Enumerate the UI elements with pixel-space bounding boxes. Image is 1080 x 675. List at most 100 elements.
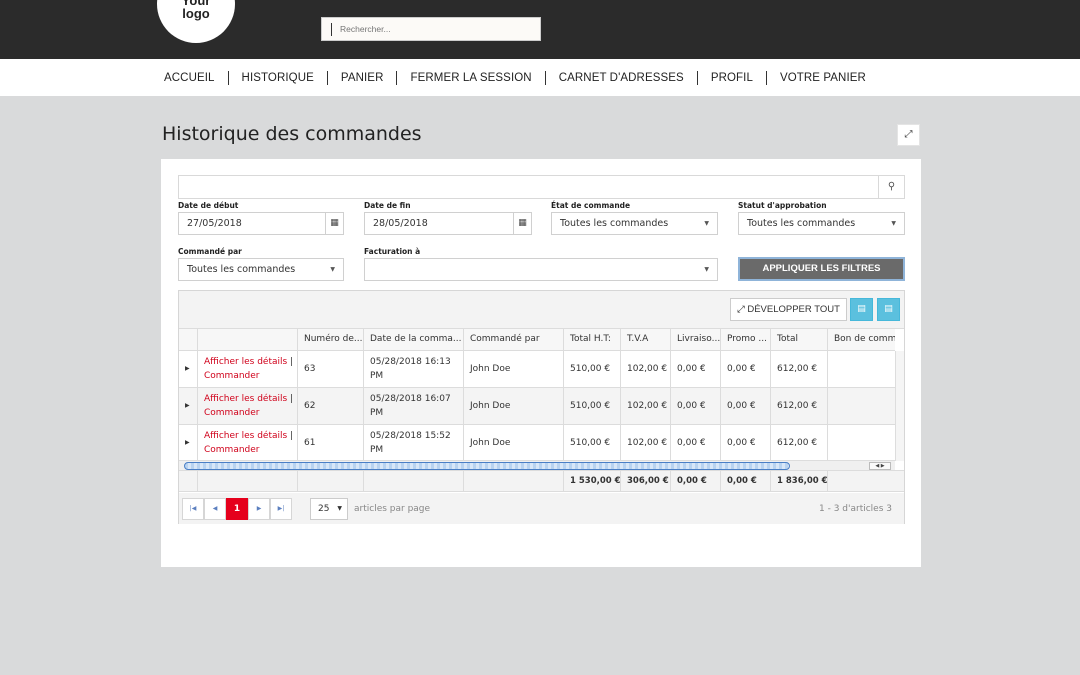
ordered-by-select[interactable]: Toutes les commandes ▼ (178, 258, 344, 281)
top-header: Your logo (0, 0, 1080, 59)
page-size-select[interactable]: 25 ▼ (310, 498, 348, 520)
billing-label: Facturation à (364, 247, 421, 256)
grid-footer-totals: 1 530,00 € 306,00 € 0,00 € 0,00 € 1 836,… (179, 470, 904, 492)
view-details-link[interactable]: Afficher les détails (204, 357, 287, 367)
column-header-tva[interactable]: T.V.A (621, 329, 671, 351)
start-date-field[interactable]: 27/05/2018 ▦ (178, 212, 344, 235)
end-date-value: 28/05/2018 (373, 218, 428, 229)
text-caret (331, 23, 332, 36)
prev-page-icon[interactable]: ◀ (204, 498, 226, 520)
grid-header: Numéro de... Date de la comma... Command… (179, 329, 895, 351)
nav-carnet-adresses[interactable]: CARNET D'ADRESSES (553, 72, 690, 84)
billing-select[interactable]: ▼ (364, 258, 718, 281)
chevron-down-icon: ▼ (337, 505, 342, 512)
nav-separator (326, 70, 328, 85)
column-header-total-ht[interactable]: Total H.T: (564, 329, 621, 351)
expand-row-icon[interactable]: ▶ (179, 425, 198, 461)
reorder-link[interactable]: Commander (204, 445, 260, 455)
footer-cell (464, 471, 564, 492)
grid-toolbar: ⤢ DÉVELOPPER TOUT ▤ ▤ (179, 291, 904, 329)
total: 612,00 € (771, 388, 828, 424)
page-size-value: 25 (318, 504, 330, 514)
column-header (179, 329, 198, 351)
footer-total: 1 836,00 € (771, 471, 828, 492)
column-header-ordered-by[interactable]: Commandé par (464, 329, 564, 351)
horizontal-scrollbar[interactable]: ◀ ▶ (179, 460, 895, 470)
search-icon[interactable]: ⚲ (878, 176, 904, 198)
fullscreen-icon[interactable]: ⤢ (897, 124, 920, 146)
first-page-icon[interactable]: |◀ (182, 498, 204, 520)
column-header-number[interactable]: Numéro de... (298, 329, 364, 351)
vertical-scrollbar[interactable] (895, 351, 904, 461)
footer-promo: 0,00 € (721, 471, 771, 492)
column-header (198, 329, 298, 351)
nav-profil[interactable]: PROFIL (705, 72, 759, 84)
reorder-link[interactable]: Commander (204, 371, 260, 381)
footer-cell (179, 471, 198, 492)
approval-status-label: Statut d'approbation (738, 201, 827, 210)
start-date-value: 27/05/2018 (187, 218, 242, 229)
site-search-input[interactable] (340, 20, 535, 38)
order-number: 62 (298, 388, 364, 424)
order-date: 05/28/2018 16:07 PM (364, 388, 464, 424)
reorder-link[interactable]: Commander (204, 408, 260, 418)
expand-row-icon[interactable]: ▶ (179, 388, 198, 424)
total-ht: 510,00 € (564, 425, 621, 461)
column-header-po[interactable]: Bon de comm (828, 329, 895, 351)
per-page-label: articles par page (354, 504, 431, 514)
nav-accueil[interactable]: ACCUEIL (158, 72, 221, 84)
total: 612,00 € (771, 425, 828, 461)
approval-status-value: Toutes les commandes (747, 218, 856, 229)
footer-tva: 306,00 € (621, 471, 671, 492)
shipping: 0,00 € (671, 351, 721, 387)
export-excel-icon[interactable]: ▤ (850, 298, 873, 321)
promo: 0,00 € (721, 388, 771, 424)
nav-separator (544, 70, 546, 85)
page-number-button[interactable]: 1 (226, 498, 248, 520)
apply-filters-button[interactable]: APPLIQUER LES FILTRES (738, 257, 905, 281)
tva: 102,00 € (621, 425, 671, 461)
site-search[interactable] (321, 17, 541, 41)
promo: 0,00 € (721, 351, 771, 387)
footer-cell (364, 471, 464, 492)
column-header-shipping[interactable]: Livraiso... (671, 329, 721, 351)
column-header-total[interactable]: Total (771, 329, 828, 351)
total: 612,00 € (771, 351, 828, 387)
next-page-icon[interactable]: ▶ (248, 498, 270, 520)
export-pdf-icon[interactable]: ▤ (877, 298, 900, 321)
scrollbar-thumb[interactable] (184, 462, 790, 470)
expand-row-icon[interactable]: ▶ (179, 351, 198, 387)
nav-historique[interactable]: HISTORIQUE (236, 72, 320, 84)
ordered-by-value: Toutes les commandes (187, 264, 296, 275)
orders-grid: ⤢ DÉVELOPPER TOUT ▤ ▤ Numéro de... Date … (178, 290, 905, 524)
order-date: 05/28/2018 16:13 PM (364, 351, 464, 387)
logo[interactable]: Your logo (157, 0, 235, 43)
view-details-link[interactable]: Afficher les détails (204, 431, 287, 441)
chevron-down-icon: ▼ (891, 220, 896, 227)
nav-panier[interactable]: PANIER (335, 72, 390, 84)
row-actions: Afficher les détails | Commander (198, 388, 298, 424)
last-page-icon[interactable]: ▶| (270, 498, 292, 520)
footer-cell (828, 471, 904, 492)
approval-status-select[interactable]: Toutes les commandes ▼ (738, 212, 905, 235)
nav-separator (696, 70, 698, 85)
column-header-date[interactable]: Date de la comma... (364, 329, 464, 351)
scroll-arrows-icon[interactable]: ◀ ▶ (869, 462, 891, 470)
ordered-by: John Doe (464, 351, 564, 387)
chevron-down-icon: ▼ (704, 220, 709, 227)
expand-icon: ⤢ (737, 304, 745, 315)
filter-search-input[interactable]: ⚲ (178, 175, 905, 199)
view-details-link[interactable]: Afficher les détails (204, 394, 287, 404)
nav-fermer-session[interactable]: FERMER LA SESSION (404, 72, 537, 84)
column-header-promo[interactable]: Promo ... (721, 329, 771, 351)
order-state-select[interactable]: Toutes les commandes ▼ (551, 212, 718, 235)
calendar-icon[interactable]: ▦ (513, 213, 531, 234)
calendar-icon[interactable]: ▦ (325, 213, 343, 234)
expand-all-button[interactable]: ⤢ DÉVELOPPER TOUT (730, 298, 847, 321)
pager: |◀ ◀ 1 ▶ ▶| 25 ▼ articles par page 1 - 3… (179, 493, 904, 524)
end-date-field[interactable]: 28/05/2018 ▦ (364, 212, 532, 235)
purchase-order (828, 351, 895, 387)
order-date: 05/28/2018 15:52 PM (364, 425, 464, 461)
shipping: 0,00 € (671, 425, 721, 461)
nav-votre-panier[interactable]: VOTRE PANIER (774, 72, 872, 84)
